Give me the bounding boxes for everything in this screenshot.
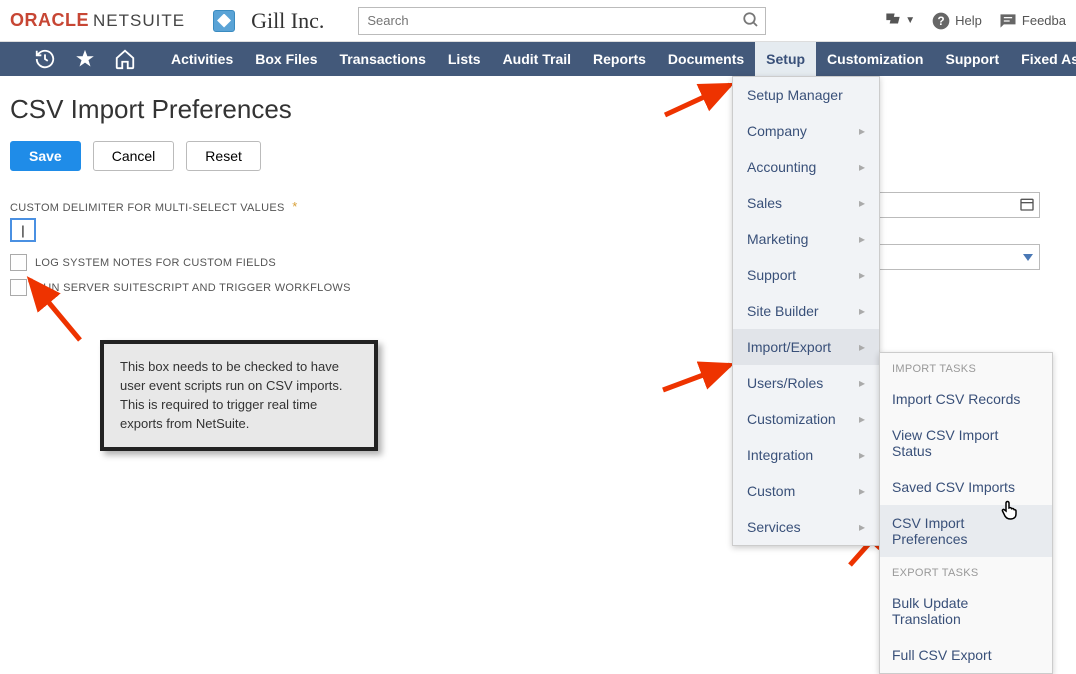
button-row: Save Cancel Reset	[10, 141, 1066, 171]
feedback-label: Feedba	[1022, 13, 1066, 28]
annotation-text: This box needs to be checked to have use…	[120, 359, 343, 431]
cancel-button[interactable]: Cancel	[93, 141, 175, 171]
help-link[interactable]: ? Help	[931, 11, 982, 31]
arrow-annotation-2	[660, 80, 740, 120]
setup-dropdown: Setup ManagerCompany▸Accounting▸Sales▸Ma…	[732, 76, 880, 546]
setup-menu-company[interactable]: Company▸	[733, 113, 879, 149]
chevron-right-icon: ▸	[859, 196, 865, 210]
reset-button[interactable]: Reset	[186, 141, 261, 171]
save-button[interactable]: Save	[10, 141, 81, 171]
chevron-right-icon: ▸	[859, 160, 865, 174]
chevron-right-icon: ▸	[859, 124, 865, 138]
search-wrap	[358, 7, 766, 35]
nav-item-reports[interactable]: Reports	[582, 42, 657, 76]
setup-menu-site-builder[interactable]: Site Builder▸	[733, 293, 879, 329]
search-icon[interactable]	[742, 11, 760, 29]
chevron-right-icon: ▸	[859, 412, 865, 426]
chevron-right-icon: ▸	[859, 268, 865, 282]
flag-icon	[883, 11, 903, 31]
setup-menu-customization[interactable]: Customization▸	[733, 401, 879, 437]
nav-item-lists[interactable]: Lists	[437, 42, 492, 76]
required-asterisk: *	[292, 199, 297, 214]
setup-menu-integration[interactable]: Integration▸	[733, 437, 879, 473]
brand-primary: ORACLE	[10, 10, 89, 31]
calendar-icon	[1019, 196, 1035, 212]
arrow-annotation-1	[20, 270, 100, 350]
brand-secondary: NETSUITE	[93, 11, 185, 31]
submenu-full-csv-export[interactable]: Full CSV Export	[880, 637, 1052, 673]
app-header: ORACLE NETSUITE Gill Inc. ▼ ? Help Feedb…	[0, 0, 1076, 42]
nav-item-fixed-assets[interactable]: Fixed Assets	[1010, 42, 1076, 76]
role-switcher[interactable]: ▼	[883, 11, 915, 31]
submenu-import-csv-records[interactable]: Import CSV Records	[880, 381, 1052, 417]
svg-text:?: ?	[938, 15, 945, 28]
submenu-section-header: IMPORT TASKS	[880, 353, 1052, 381]
setup-menu-sales[interactable]: Sales▸	[733, 185, 879, 221]
nav-item-audit-trail[interactable]: Audit Trail	[492, 42, 582, 76]
brand-logo: ORACLE NETSUITE	[10, 10, 185, 31]
setup-menu-custom[interactable]: Custom▸	[733, 473, 879, 509]
history-icon[interactable]	[34, 48, 56, 70]
submenu-view-csv-import-status[interactable]: View CSV Import Status	[880, 417, 1052, 469]
chevron-down-icon	[1023, 254, 1033, 261]
delimiter-label: CUSTOM DELIMITER FOR MULTI-SELECT VALUES	[10, 202, 285, 214]
import-export-submenu: IMPORT TASKSImport CSV RecordsView CSV I…	[879, 352, 1053, 674]
chevron-right-icon: ▸	[859, 376, 865, 390]
nav-item-activities[interactable]: Activities	[160, 42, 244, 76]
side-select-field[interactable]	[878, 244, 1040, 270]
annotation-callout: This box needs to be checked to have use…	[100, 340, 378, 451]
feedback-icon	[998, 11, 1018, 31]
nav-item-transactions[interactable]: Transactions	[329, 42, 437, 76]
nav-item-setup[interactable]: Setup	[755, 42, 816, 76]
cursor-pointer-icon	[998, 498, 1022, 522]
delimiter-input[interactable]	[10, 218, 36, 242]
help-label: Help	[955, 13, 982, 28]
submenu-saved-csv-imports[interactable]: Saved CSV Imports	[880, 469, 1052, 505]
setup-menu-services[interactable]: Services▸	[733, 509, 879, 545]
nav-item-box-files[interactable]: Box Files	[244, 42, 328, 76]
main-nav: ActivitiesBox FilesTransactionsListsAudi…	[0, 42, 1076, 76]
company-name: Gill Inc.	[251, 8, 324, 34]
nav-items: ActivitiesBox FilesTransactionsListsAudi…	[160, 42, 1076, 76]
chevron-right-icon: ▸	[859, 232, 865, 246]
arrow-annotation-3	[658, 355, 738, 395]
submenu-csv-import-preferences[interactable]: CSV Import Preferences	[880, 505, 1052, 557]
feedback-link[interactable]: Feedba	[998, 11, 1066, 31]
nav-item-customization[interactable]: Customization	[816, 42, 934, 76]
chevron-right-icon: ▸	[859, 448, 865, 462]
setup-menu-setup-manager[interactable]: Setup Manager	[733, 77, 879, 113]
nav-item-support[interactable]: Support	[935, 42, 1011, 76]
log-notes-checkbox[interactable]	[10, 254, 27, 271]
submenu-section-header: EXPORT TASKS	[880, 557, 1052, 585]
setup-menu-marketing[interactable]: Marketing▸	[733, 221, 879, 257]
chevron-right-icon: ▸	[859, 520, 865, 534]
company-icon	[213, 10, 235, 32]
setup-menu-accounting[interactable]: Accounting▸	[733, 149, 879, 185]
page-title: CSV Import Preferences	[10, 94, 1066, 125]
side-date-field[interactable]	[878, 192, 1040, 218]
setup-menu-import-export[interactable]: Import/Export▸	[733, 329, 879, 365]
chevron-right-icon: ▸	[859, 484, 865, 498]
setup-menu-users-roles[interactable]: Users/Roles▸	[733, 365, 879, 401]
star-icon[interactable]	[74, 48, 96, 70]
chevron-right-icon: ▸	[859, 304, 865, 318]
nav-item-documents[interactable]: Documents	[657, 42, 755, 76]
submenu-bulk-update-translation[interactable]: Bulk Update Translation	[880, 585, 1052, 637]
log-notes-label: LOG SYSTEM NOTES FOR CUSTOM FIELDS	[35, 257, 276, 269]
header-right: ▼ ? Help Feedba	[883, 11, 1066, 31]
run-scripts-row: RUN SERVER SUITESCRIPT AND TRIGGER WORKF…	[10, 279, 1066, 296]
chevron-right-icon: ▸	[859, 340, 865, 354]
nav-icon-group	[10, 48, 146, 70]
home-icon[interactable]	[114, 48, 136, 70]
setup-menu-support[interactable]: Support▸	[733, 257, 879, 293]
search-input[interactable]	[358, 7, 766, 35]
help-icon: ?	[931, 11, 951, 31]
